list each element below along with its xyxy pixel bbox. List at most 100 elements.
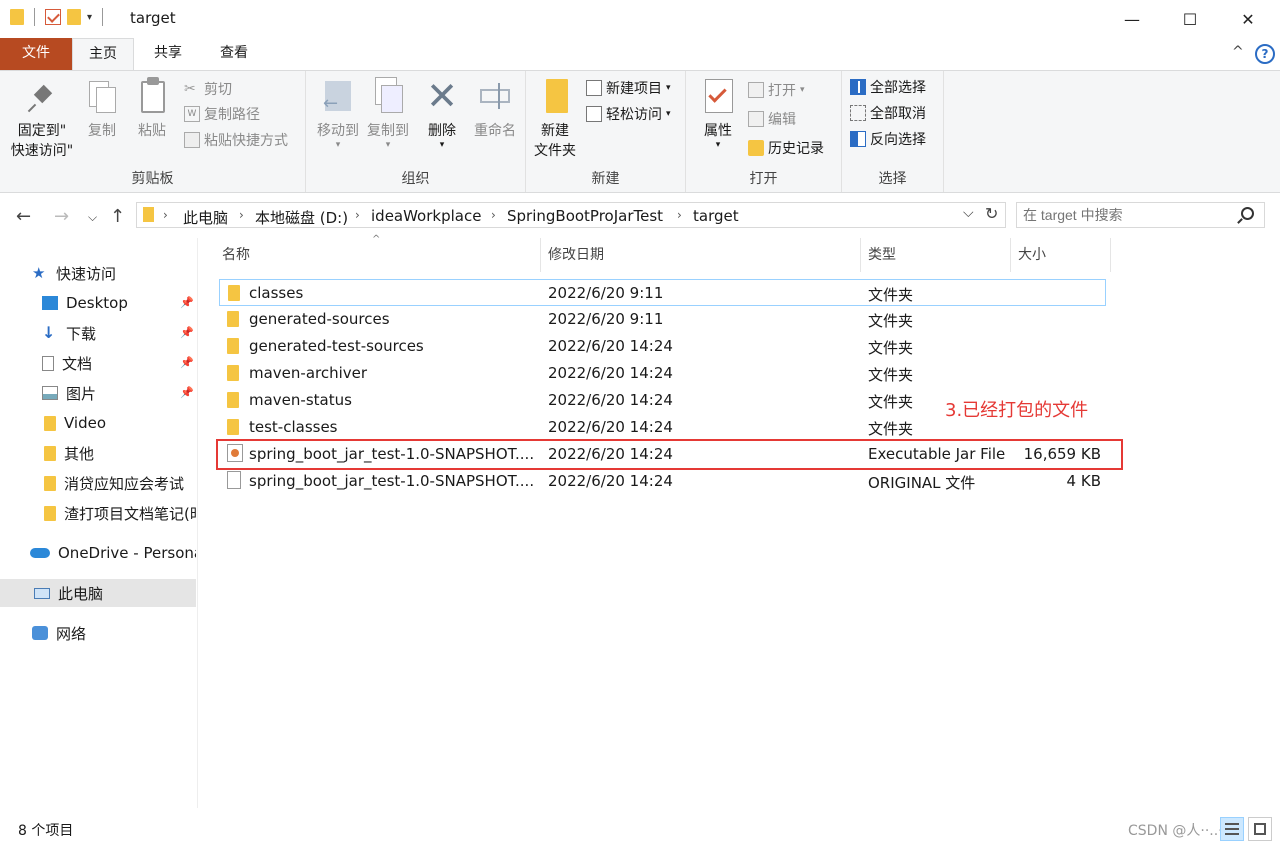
column-header-name[interactable]: 名称 <box>222 238 250 272</box>
address-bar[interactable]: › 此电脑 › 本地磁盘 (D:) › ideaWorkplace › Spri… <box>136 202 1006 228</box>
folder-icon <box>227 365 239 381</box>
nav-item-network[interactable]: 网络 <box>32 619 86 647</box>
file-name: classes <box>249 284 304 302</box>
breadcrumb-this-pc[interactable]: 此电脑 <box>183 207 228 228</box>
refresh-icon[interactable]: ↻ <box>985 204 998 223</box>
easy-access-button[interactable]: 轻松访问 ▾ <box>586 103 671 125</box>
nav-item-documents[interactable]: 文档 <box>42 349 92 377</box>
file-row[interactable]: generated-test-sources 2022/6/20 14:24 文… <box>219 333 1106 360</box>
select-group: 全部选择 全部取消 反向选择 选择 <box>842 71 944 192</box>
copy-path-button[interactable]: W 复制路径 <box>184 103 260 125</box>
nav-item-onedrive[interactable]: OneDrive - Persona <box>30 539 196 567</box>
nav-item-desktop[interactable]: Desktop <box>42 289 128 317</box>
pin-quick-access-button[interactable]: 固定到" 快速访问" <box>6 77 78 161</box>
file-type: 文件夹 <box>868 286 914 304</box>
select-all-icon <box>850 79 866 95</box>
column-divider[interactable] <box>860 238 861 272</box>
new-folder-button[interactable]: 新建 文件夹 <box>530 77 580 161</box>
column-divider[interactable] <box>540 238 541 272</box>
file-row[interactable]: maven-archiver 2022/6/20 14:24 文件夹 <box>219 360 1106 387</box>
invert-selection-label: 反向选择 <box>870 132 926 148</box>
organize-group-label: 组织 <box>401 171 430 187</box>
pinned-icon[interactable]: 📌 <box>180 326 194 339</box>
file-row[interactable]: classes 2022/6/20 9:11 文件夹 <box>219 279 1106 306</box>
delete-button[interactable]: ✕ 删除 ▾ <box>422 77 462 150</box>
pinned-icon[interactable]: 📌 <box>180 356 194 369</box>
pinned-icon[interactable]: 📌 <box>180 386 194 399</box>
nav-item-this-pc[interactable]: 此电脑 <box>0 579 196 607</box>
nav-item-folder[interactable]: 消贷应知应会考试 <box>44 469 194 497</box>
paste-button[interactable]: 粘贴 <box>130 77 174 141</box>
search-input[interactable] <box>1023 203 1233 227</box>
minimize-button[interactable]: — <box>1102 0 1162 38</box>
network-icon <box>32 626 48 640</box>
address-history-chevron-icon[interactable]: ⌵ <box>963 205 974 221</box>
properties-check-icon[interactable] <box>45 9 61 25</box>
nav-item-pictures[interactable]: 图片 <box>42 379 96 407</box>
properties-button[interactable]: 属性 ▾ <box>694 77 742 150</box>
tab-file[interactable]: 文件 <box>0 38 72 70</box>
nav-item-video[interactable]: Video <box>44 409 106 437</box>
pinned-icon[interactable]: 📌 <box>180 296 194 309</box>
recent-locations-chevron-icon[interactable]: ⌵ <box>88 210 97 225</box>
details-view-button[interactable] <box>1220 817 1244 841</box>
back-arrow-icon[interactable]: ← <box>16 206 31 227</box>
folder-icon <box>44 505 56 521</box>
breadcrumb-local-disk[interactable]: 本地磁盘 (D:) <box>255 207 348 228</box>
forward-arrow-icon[interactable]: → <box>54 206 69 227</box>
copy-to-button[interactable]: 复制到 ▾ <box>362 77 414 150</box>
file-date: 2022/6/20 14:24 <box>548 364 673 382</box>
customize-toolbar-chevron-icon[interactable]: ▾ <box>87 12 92 23</box>
open-button[interactable]: 打开 ▾ <box>748 79 805 101</box>
tab-view[interactable]: 查看 <box>204 38 264 70</box>
move-to-button[interactable]: ← 移动到 ▾ <box>312 77 364 150</box>
new-item-button[interactable]: 新建项目 ▾ <box>586 77 671 99</box>
edit-button[interactable]: 编辑 <box>748 108 796 130</box>
select-none-button[interactable]: 全部取消 <box>850 102 926 124</box>
nav-item-folder[interactable]: 渣打项目文档笔记(时 <box>44 499 196 527</box>
column-header-type[interactable]: 类型 <box>868 238 896 272</box>
collapse-ribbon-chevron-icon[interactable]: ^ <box>1232 44 1244 60</box>
cut-button[interactable]: ✂ 剪切 <box>184 78 232 100</box>
search-icon[interactable] <box>1241 207 1254 220</box>
select-all-button[interactable]: 全部选择 <box>850 76 926 98</box>
paste-shortcut-button[interactable]: 粘贴快捷方式 <box>184 129 288 151</box>
column-header-date[interactable]: 修改日期 <box>548 238 604 272</box>
up-arrow-icon[interactable]: ↑ <box>110 206 125 227</box>
large-icons-view-button[interactable] <box>1248 817 1272 841</box>
rename-button[interactable]: 重命名 <box>468 77 522 141</box>
paste-label: 粘贴 <box>138 123 166 139</box>
breadcrumb-separator-icon: › <box>491 208 496 222</box>
tab-share[interactable]: 共享 <box>140 38 196 70</box>
invert-selection-button[interactable]: 反向选择 <box>850 128 926 150</box>
column-divider[interactable] <box>1010 238 1011 272</box>
column-divider[interactable] <box>1110 238 1111 272</box>
paste-icon <box>135 77 169 115</box>
column-header-size[interactable]: 大小 <box>1018 238 1046 272</box>
copy-button[interactable]: 复制 <box>82 77 122 141</box>
history-button[interactable]: 历史记录 <box>748 137 824 159</box>
file-row[interactable]: generated-sources 2022/6/20 9:11 文件夹 <box>219 306 1106 333</box>
breadcrumb-ideaworkplace[interactable]: ideaWorkplace <box>371 207 481 225</box>
new-folder-icon <box>538 77 572 115</box>
desktop-icon <box>42 296 58 310</box>
close-button[interactable]: ✕ <box>1218 0 1278 38</box>
nav-item-other[interactable]: 其他 <box>44 439 94 467</box>
nav-label: 图片 <box>66 384 97 403</box>
nav-item-quick-access[interactable]: ★ 快速访问 <box>32 259 116 287</box>
file-type: 文件夹 <box>868 312 914 330</box>
copy-label: 复制 <box>88 123 116 139</box>
select-none-icon <box>850 105 866 121</box>
file-name: maven-status <box>249 391 352 409</box>
maximize-button[interactable]: ☐ <box>1160 0 1220 38</box>
nav-item-downloads[interactable]: ↓ 下载 <box>42 319 96 347</box>
new-folder-icon[interactable] <box>67 9 81 25</box>
easy-access-icon <box>586 106 602 122</box>
tab-home[interactable]: 主页 <box>72 38 134 70</box>
breadcrumb-target[interactable]: target <box>693 207 739 225</box>
pin-label-line1: 固定到" <box>17 123 67 139</box>
help-icon[interactable]: ? <box>1255 44 1275 64</box>
folder-icon <box>227 392 239 408</box>
breadcrumb-springbootprojartest[interactable]: SpringBootProJarTest <box>507 207 663 225</box>
file-row[interactable]: spring_boot_jar_test-1.0-SNAPSHOT.... 20… <box>219 468 1106 495</box>
